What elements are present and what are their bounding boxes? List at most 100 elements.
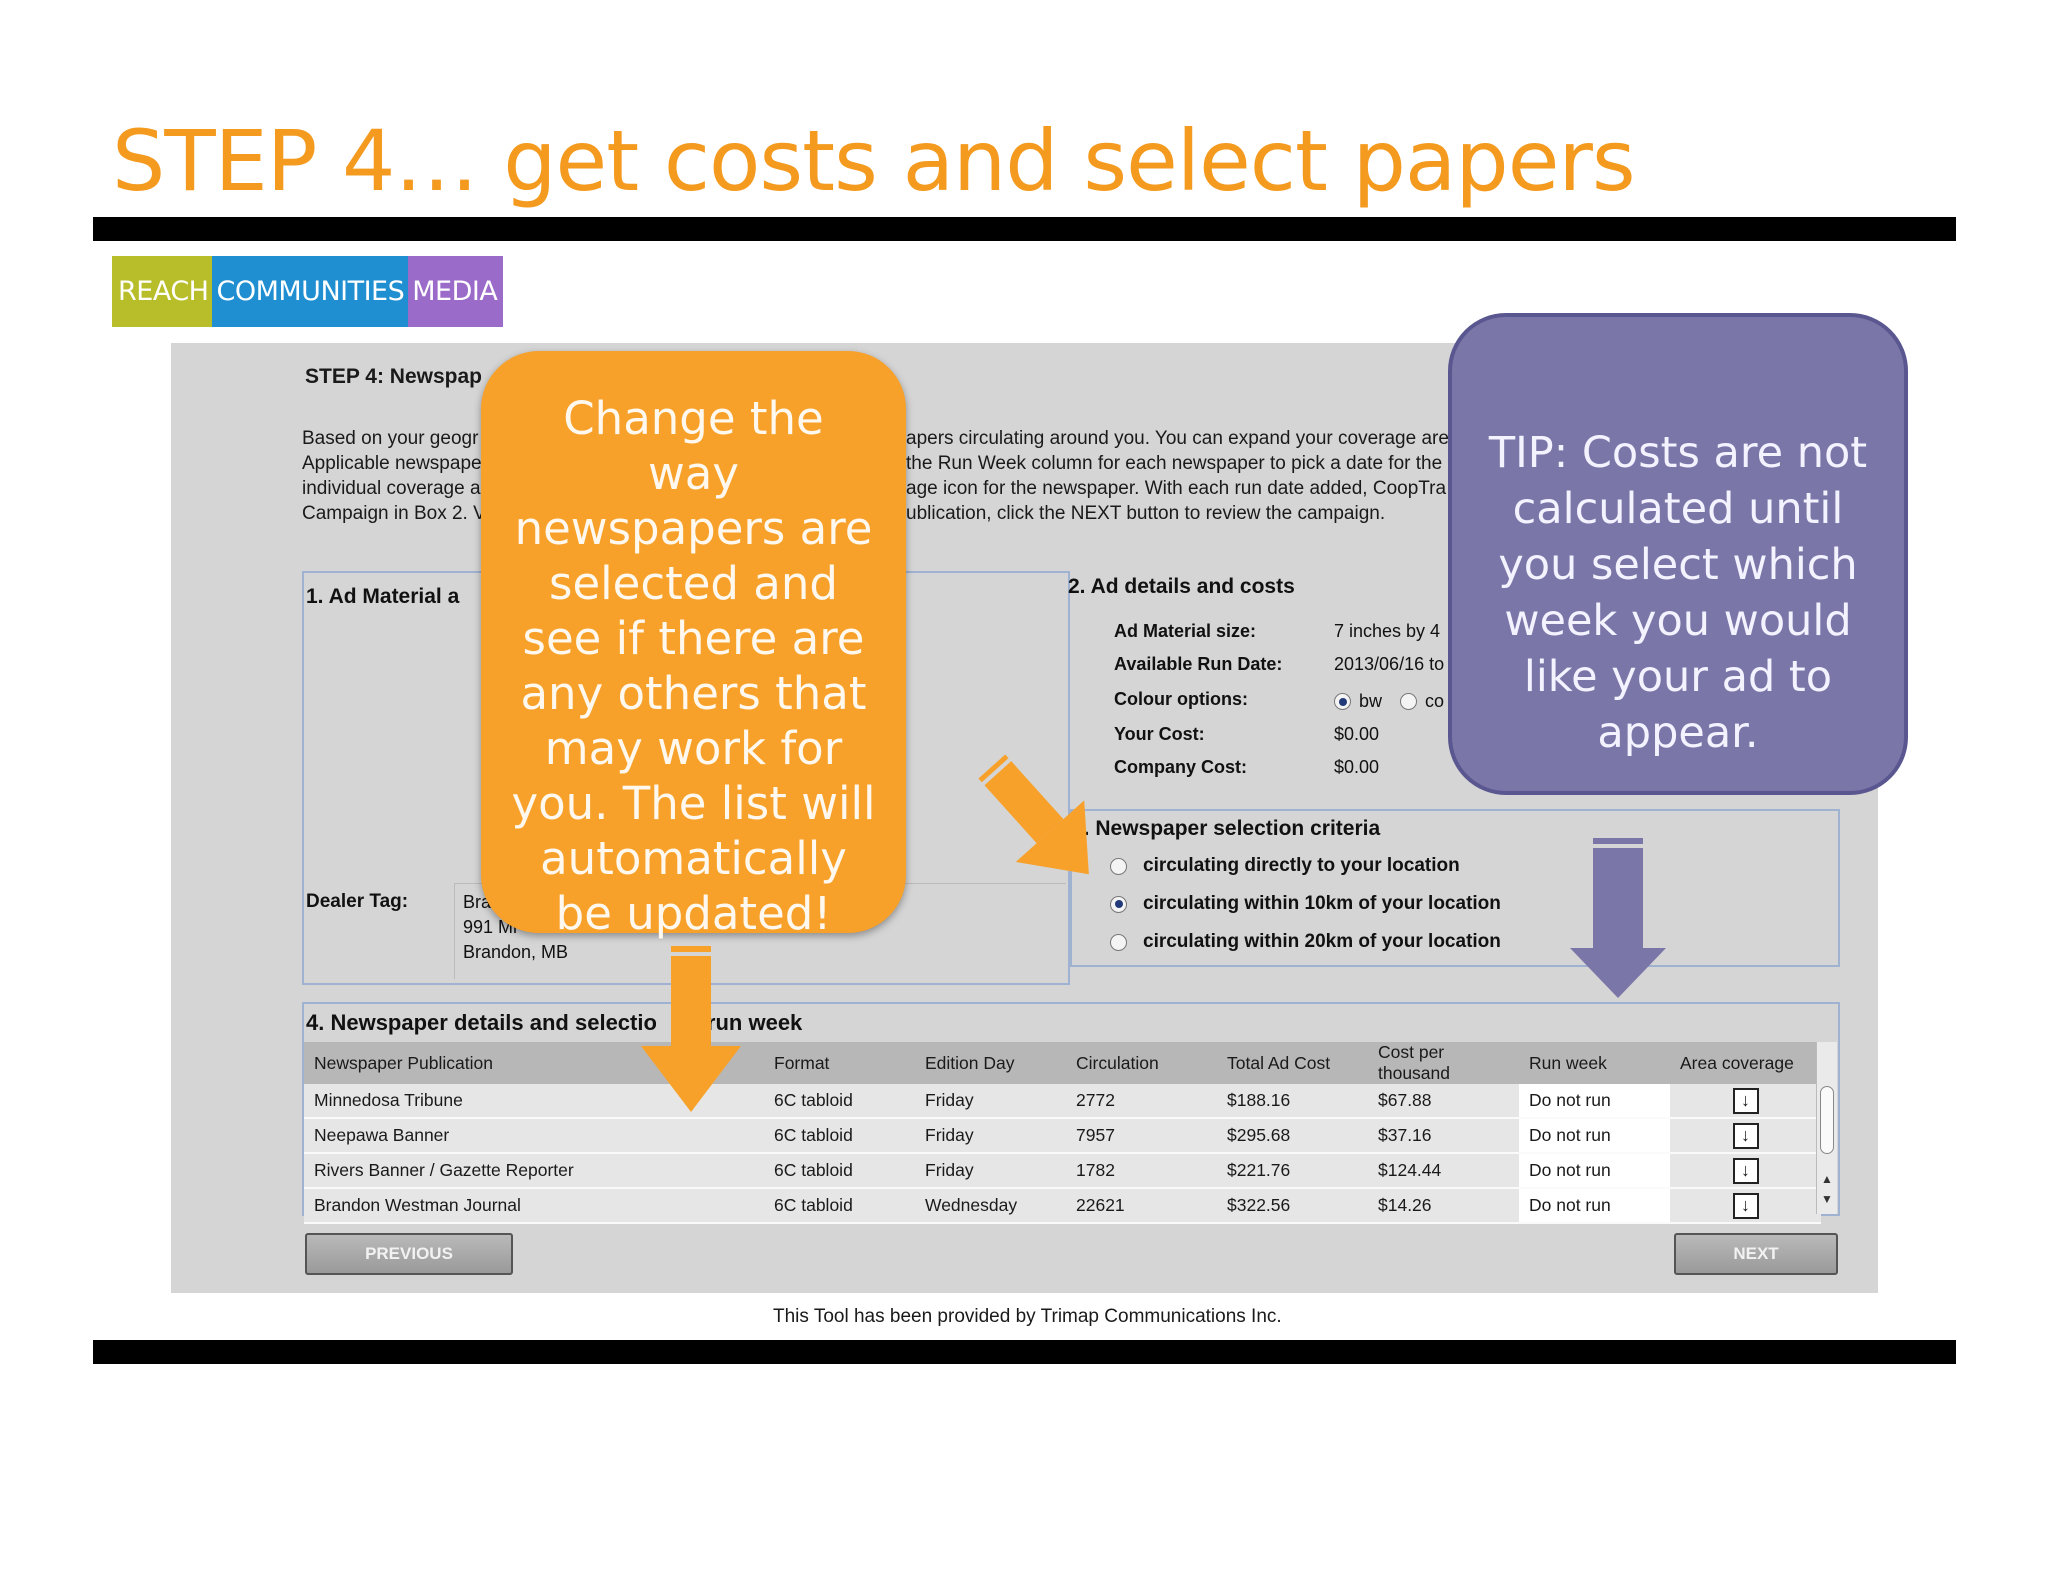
col-header[interactable]: Format	[764, 1042, 915, 1084]
details-title-left: 4. Newspaper details and selectio	[306, 1010, 657, 1035]
criteria-radio[interactable]	[1110, 895, 1127, 913]
detail-label: Available Run Date:	[1114, 654, 1283, 674]
colour-bw-radio[interactable]	[1334, 693, 1351, 710]
cell-area-coverage: ↓	[1670, 1118, 1821, 1154]
cell-edition-day: Friday	[915, 1118, 1066, 1154]
dealer-line: Brandon, MB	[463, 942, 569, 962]
footer-credit: This Tool has been provided by Trimap Co…	[773, 1306, 1282, 1327]
run-week-select[interactable]: Do not run	[1519, 1188, 1670, 1224]
table-row[interactable]: Neepawa Banner 6C tabloid Friday 7957 $2…	[304, 1118, 1821, 1154]
selection-criteria-title: 3. Newspaper selection criteria	[1072, 817, 1381, 840]
reach-communities-media-logo: REACH COMMUNITIES MEDIA	[112, 256, 504, 327]
detail-row: Colour options: bw co	[1114, 681, 1444, 718]
table-row[interactable]: Rivers Banner / Gazette Reporter 6C tabl…	[304, 1153, 1821, 1189]
cell-edition-day: Wednesday	[915, 1188, 1066, 1224]
cell-cpm: $37.16	[1368, 1118, 1519, 1154]
table-scrollbar[interactable]: ▲ ▼	[1816, 1042, 1837, 1214]
criteria-label: circulating within 20km of your location	[1143, 931, 1501, 952]
area-coverage-icon[interactable]: ↓	[1732, 1122, 1759, 1149]
run-week-select[interactable]: Do not run	[1519, 1084, 1670, 1119]
detail-label: Your Cost:	[1114, 724, 1205, 744]
detail-value: 2013/06/16 to	[1334, 654, 1445, 674]
cell-format: 6C tabloid	[764, 1188, 915, 1224]
cell-cpm: $124.44	[1368, 1153, 1519, 1189]
cell-total-cost: $188.16	[1217, 1084, 1368, 1119]
detail-row: Available Run Date: 2013/06/16 to	[1114, 648, 1444, 681]
intro-line: Campaign in Box 2. V	[302, 503, 486, 524]
cell-publication: Brandon Westman Journal	[304, 1188, 764, 1224]
intro-text-left: Based on your geogr Applicable newspape …	[302, 426, 486, 526]
cell-area-coverage: ↓	[1670, 1153, 1821, 1189]
previous-button[interactable]: PREVIOUS	[305, 1233, 513, 1275]
cell-publication: Neepawa Banner	[304, 1118, 764, 1154]
orange-arrow-down	[641, 946, 741, 1112]
col-header[interactable]: Circulation	[1066, 1042, 1217, 1084]
col-header[interactable]: Area coverage	[1670, 1042, 1821, 1084]
criteria-radio[interactable]	[1110, 933, 1127, 951]
cell-circulation: 1782	[1066, 1153, 1217, 1189]
purple-callout-text: TIP: Costs are not calculated until you …	[1488, 428, 1868, 758]
col-header[interactable]: Edition Day	[915, 1042, 1066, 1084]
cell-circulation: 2772	[1066, 1084, 1217, 1119]
logo-reach: REACH	[112, 256, 213, 327]
col-header[interactable]: Run week	[1519, 1042, 1670, 1084]
colour-colour-radio[interactable]	[1400, 693, 1418, 710]
cell-total-cost: $322.56	[1217, 1188, 1368, 1224]
cell-circulation: 7957	[1066, 1118, 1217, 1154]
intro-line: Based on your geogr	[302, 428, 479, 449]
cell-format: 6C tabloid	[764, 1153, 915, 1189]
detail-value: $0.00	[1334, 757, 1380, 777]
step-heading: STEP 4: Newspap	[305, 365, 483, 388]
criteria-label: circulating directly to your location	[1143, 855, 1460, 876]
bottom-divider	[93, 1340, 1956, 1364]
cell-publication: Rivers Banner / Gazette Reporter	[304, 1153, 764, 1189]
scroll-down-icon[interactable]: ▼	[1821, 1192, 1833, 1206]
scroll-up-icon[interactable]: ▲	[1821, 1172, 1833, 1186]
logo-communities: COMMUNITIES	[212, 256, 409, 327]
col-header[interactable]: Total Ad Cost	[1217, 1042, 1368, 1084]
cell-format: 6C tabloid	[764, 1084, 915, 1119]
colour-colour-label: co	[1425, 691, 1445, 711]
detail-row: Ad Material size: 7 inches by 4	[1114, 615, 1444, 648]
ad-details-rows: Ad Material size: 7 inches by 4 Availabl…	[1114, 615, 1444, 784]
purple-tip-callout: TIP: Costs are not calculated until you …	[1448, 313, 1908, 795]
newspaper-table-wrap: Newspaper Publication Format Edition Day…	[304, 1042, 1838, 1224]
next-button[interactable]: NEXT	[1674, 1233, 1838, 1275]
scrollbar-thumb[interactable]	[1820, 1086, 1834, 1154]
cell-circulation: 22621	[1066, 1188, 1217, 1224]
area-coverage-icon[interactable]: ↓	[1732, 1192, 1759, 1219]
criteria-radio[interactable]	[1110, 857, 1127, 875]
run-week-select[interactable]: Do not run	[1519, 1153, 1670, 1189]
selection-criteria-box: 3. Newspaper selection criteria circulat…	[1070, 809, 1840, 967]
detail-value: $0.00	[1334, 724, 1380, 744]
table-row[interactable]: Brandon Westman Journal 6C tabloid Wedne…	[304, 1188, 1821, 1224]
ad-details-title: 2. Ad details and costs	[1068, 575, 1295, 598]
area-coverage-icon[interactable]: ↓	[1732, 1087, 1759, 1114]
cell-cpm: $67.88	[1368, 1084, 1519, 1119]
top-divider	[93, 217, 1956, 241]
table-row[interactable]: Minnedosa Tribune 6C tabloid Friday 2772…	[304, 1084, 1821, 1119]
criteria-option[interactable]: circulating within 10km of your location	[1110, 893, 1501, 915]
detail-label: Company Cost:	[1114, 757, 1248, 777]
criteria-option[interactable]: circulating directly to your location	[1110, 855, 1460, 877]
cell-edition-day: Friday	[915, 1153, 1066, 1189]
orange-callout-text: Change the way newspapers are selected a…	[511, 392, 876, 940]
cell-area-coverage: ↓	[1670, 1188, 1821, 1224]
detail-label: Colour options:	[1114, 689, 1248, 709]
detail-value: 7 inches by 4	[1334, 621, 1441, 641]
intro-line: individual coverage a	[302, 478, 481, 499]
intro-line: Applicable newspape	[302, 453, 482, 474]
run-week-select[interactable]: Do not run	[1519, 1118, 1670, 1154]
criteria-option[interactable]: circulating within 20km of your location	[1110, 931, 1501, 953]
colour-bw-label: bw	[1359, 691, 1383, 711]
newspaper-table: Newspaper Publication Format Edition Day…	[304, 1042, 1821, 1224]
slide-title: STEP 4… get costs and select papers	[112, 112, 1636, 210]
criteria-label: circulating within 10km of your location	[1143, 893, 1501, 914]
ad-material-title: 1. Ad Material a	[306, 585, 460, 608]
dealer-tag-label: Dealer Tag:	[306, 891, 409, 912]
col-header[interactable]: Cost per thousand	[1368, 1042, 1519, 1084]
table-header-row: Newspaper Publication Format Edition Day…	[304, 1042, 1821, 1084]
cell-area-coverage: ↓	[1670, 1084, 1821, 1119]
cell-edition-day: Friday	[915, 1084, 1066, 1119]
area-coverage-icon[interactable]: ↓	[1732, 1157, 1759, 1184]
